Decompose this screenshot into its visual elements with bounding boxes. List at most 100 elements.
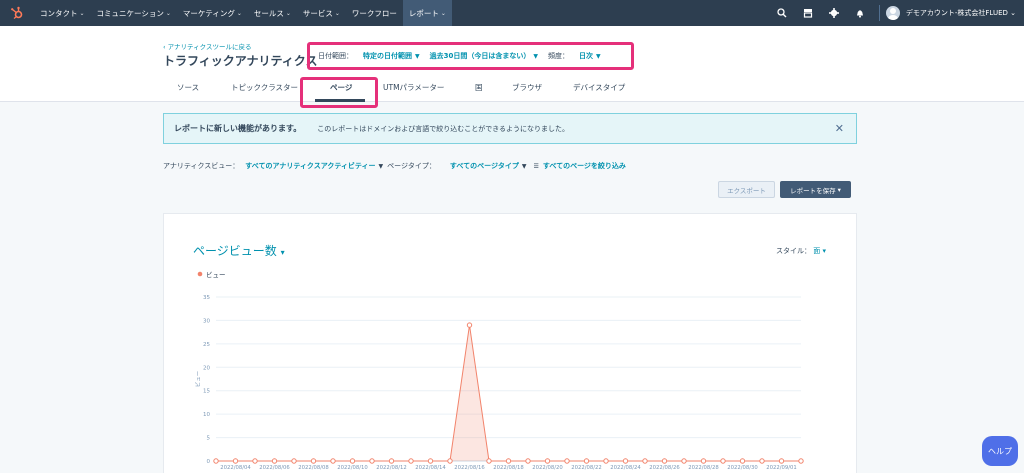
y-tick-label: 15 [203, 389, 210, 395]
data-point [778, 458, 785, 464]
data-point [291, 458, 297, 464]
filter-icon: ☰ [533, 162, 539, 170]
alert-title: レポートに新しい機能があります。 [174, 124, 302, 133]
page-type-select[interactable]: すべてのページタイプ [450, 161, 519, 171]
tab-browser[interactable]: ブラウザ [512, 82, 542, 93]
search-icon[interactable] [769, 0, 795, 26]
data-point [798, 458, 804, 464]
active-tab-indicator [315, 99, 365, 102]
data-point [525, 458, 531, 464]
y-tick-label: 20 [203, 365, 210, 371]
x-tick-label: 2022/08/22 [571, 465, 602, 471]
page-title: トラフィックアナリティクス [163, 54, 318, 68]
top-nav: コンタクト ⌄ コミュニケーション ⌄ マーケティング ⌄ セールス ⌄ サービス ⌄ ワークフロー… [0, 0, 1024, 26]
y-axis-label: ビュー [194, 371, 202, 388]
chevron-down-icon: ⌄ [334, 9, 340, 17]
x-tick-label: 2022/08/14 [415, 465, 446, 471]
nav-item-4[interactable]: サービス ⌄ [297, 0, 346, 26]
x-tick-label: 2022/08/06 [259, 465, 290, 471]
date-range-label: 日付範囲： [318, 52, 353, 60]
tab-device-type[interactable]: デバイスタイプ [573, 82, 625, 93]
y-tick-label: 35 [203, 295, 210, 301]
hubspot-logo-icon[interactable] [0, 0, 34, 26]
chevron-down-icon: ▼ [521, 162, 527, 170]
data-point [232, 458, 239, 464]
x-tick-label: 2022/08/10 [337, 465, 368, 471]
chevron-down-icon: ▼ [596, 52, 601, 60]
date-range-select[interactable]: 特定の日付範囲 [363, 51, 412, 61]
notifications-bell-icon[interactable] [847, 0, 873, 26]
analytics-filters: アナリティクスビュー： すべてのアナリティクスアクティビティー ▼ ページタイプ：… [163, 161, 626, 171]
filter-pages-link[interactable]: すべてのページを絞り込み [543, 161, 626, 171]
data-point [759, 458, 765, 464]
avatar[interactable] [885, 6, 900, 20]
nav-item-3[interactable]: セールス ⌄ [248, 0, 297, 26]
nav-divider [878, 5, 880, 21]
analytics-view-select[interactable]: すべてのアナリティクスアクティビティー [245, 161, 375, 171]
data-point [213, 458, 219, 464]
data-point [388, 458, 395, 464]
y-tick-label: 10 [203, 412, 210, 418]
data-point [544, 458, 551, 464]
account-menu[interactable]: デモアカウント-株式会社FLUED ⌄ [906, 8, 1016, 18]
help-button[interactable]: ヘルプ [982, 436, 1018, 466]
x-tick-label: 2022/08/08 [298, 465, 329, 471]
nav-item-5[interactable]: ワークフロー [346, 0, 403, 26]
back-to-analytics-link[interactable]: ‹ アナリティクスツールに戻る [163, 41, 251, 51]
nav-item-label: マーケティング [182, 8, 235, 18]
chevron-down-icon: ⌄ [440, 9, 446, 17]
data-point [349, 458, 356, 464]
x-tick-label: 2022/08/20 [532, 465, 563, 471]
data-point [583, 458, 590, 464]
tab-utm-parameters[interactable]: UTMパラメーター [383, 82, 444, 93]
chevron-down-icon: ⌄ [79, 9, 85, 17]
marketplace-icon[interactable] [795, 0, 821, 26]
nav-right: デモアカウント-株式会社FLUED ⌄ [769, 0, 1016, 26]
nav-menu: コンタクト ⌄ コミュニケーション ⌄ マーケティング ⌄ セールス ⌄ サービス ⌄ ワークフロー… [34, 0, 452, 26]
tab-source[interactable]: ソース [177, 82, 199, 93]
tab-country[interactable]: 国 [475, 82, 483, 93]
nav-item-1[interactable]: コミュニケーション ⌄ [91, 0, 177, 26]
page-views-chart: ビュー 0 5 10 15 20 25 30 35 ビュー 2022/08/04 2022/08/06… [194, 270, 804, 471]
save-report-button[interactable]: レポートを保存 ▾ [780, 181, 851, 198]
frequency-label: 頻度： [548, 52, 569, 60]
settings-gear-icon[interactable] [821, 0, 847, 26]
date-filter-bar: 日付範囲： 特定の日付範囲 ▼ 過去30日間（今日は含まない） ▼ 頻度： 日次 ▼ [307, 42, 634, 70]
chevron-down-icon: ⌄ [236, 9, 242, 17]
x-tick-label: 2022/08/16 [454, 465, 485, 471]
data-point [252, 458, 258, 464]
nav-item-label: コンタクト [40, 8, 78, 18]
x-tick-label: 2022/08/26 [649, 465, 680, 471]
chevron-down-icon: ⌄ [285, 9, 291, 17]
data-point [622, 458, 629, 464]
data-point [427, 458, 434, 464]
tab-topic-cluster[interactable]: トピッククラスター [231, 82, 298, 93]
export-button[interactable]: エクスポート [718, 181, 775, 198]
chevron-down-icon: ▼ [415, 52, 420, 60]
close-icon[interactable]: ✕ [835, 122, 844, 135]
chevron-down-icon: ⌄ [165, 9, 171, 17]
data-point [720, 458, 726, 464]
data-point [700, 458, 707, 464]
x-tick-label: 2022/08/04 [220, 465, 251, 471]
style-select[interactable]: スタイル： 面 ▾ [776, 246, 826, 256]
nav-item-2[interactable]: マーケティング ⌄ [177, 0, 248, 26]
nav-item-label: サービス [302, 8, 333, 18]
nav-item-label: ワークフロー [351, 8, 397, 18]
data-point [369, 458, 375, 464]
frequency-select[interactable]: 日次 [579, 51, 593, 61]
data-point [505, 458, 512, 464]
period-select[interactable]: 過去30日間（今日は含まない） [430, 51, 531, 61]
chevron-down-icon: ▼ [378, 162, 384, 170]
chevron-down-icon: ▼ [533, 52, 538, 60]
legend-label: ビュー [206, 270, 226, 279]
nav-item-0[interactable]: コンタクト ⌄ [34, 0, 91, 26]
nav-item-6[interactable]: レポート ⌄ [402, 0, 452, 26]
new-feature-alert: レポートに新しい機能があります。 このレポートはドメインおよび言語で絞り込むこと… [163, 113, 857, 144]
x-tick-label: 2022/08/24 [610, 465, 641, 471]
chart-title-select[interactable]: ページビュー数 ▾ [193, 242, 285, 259]
page-type-label: ページタイプ： [387, 162, 436, 170]
data-point [486, 458, 492, 464]
data-point [564, 458, 570, 464]
series-line [216, 325, 801, 462]
